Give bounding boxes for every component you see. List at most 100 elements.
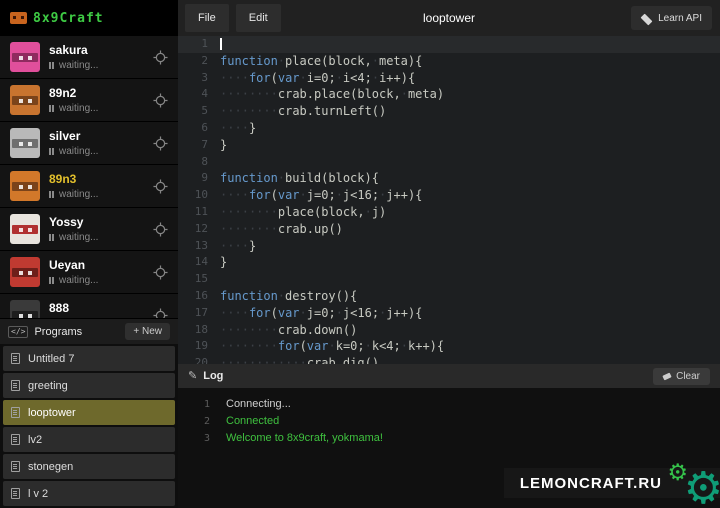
player-status: waiting... [49, 60, 153, 71]
player-status: waiting... [49, 275, 153, 286]
menu-file[interactable]: File [185, 4, 229, 32]
code-text [208, 154, 220, 171]
clear-label: Clear [676, 371, 700, 382]
code-text: ····} [208, 120, 256, 137]
code-line: 3 ····for(var·i=0;·i<4;·i++){ [178, 70, 720, 87]
line-number: 8 [178, 154, 208, 171]
code-lines: 1 2 function·place(block,·meta){ 3 ····f… [178, 36, 720, 364]
avatar-face [12, 182, 38, 191]
program-label: greeting [28, 380, 68, 392]
code-line: 12 ········crab.up() [178, 221, 720, 238]
program-item[interactable]: l v 2 [3, 481, 175, 506]
locate-icon[interactable] [153, 308, 168, 319]
graduation-cap-icon [641, 13, 652, 23]
program-label: looptower [28, 407, 76, 419]
code-line: 19 ········for(var·k=0;·k<4;·k++){ [178, 338, 720, 355]
program-label: stonegen [28, 461, 73, 473]
code-text [208, 271, 220, 288]
document-icon [11, 434, 20, 445]
line-number: 19 [178, 338, 208, 355]
locate-icon[interactable] [153, 136, 168, 151]
line-number: 3 [178, 70, 208, 87]
learn-api-button[interactable]: Learn API [631, 6, 712, 30]
code-text: ····for(var·j=0;·j<16;·j++){ [208, 187, 422, 204]
program-label: Untitled 7 [28, 353, 74, 365]
avatar-face [12, 268, 38, 277]
new-program-button[interactable]: + New [125, 323, 170, 340]
code-line: 20 ············crab.dig() [178, 355, 720, 364]
player-name: Yossy [49, 215, 153, 229]
player-row[interactable]: silver waiting... [0, 122, 178, 165]
code-text: } [208, 137, 227, 154]
program-item[interactable]: looptower [3, 400, 175, 425]
document-icon [11, 353, 20, 364]
log-line-number: 1 [178, 396, 226, 413]
program-item[interactable]: Untitled 7 [3, 346, 175, 371]
log-line-number: 2 [178, 413, 226, 430]
line-number: 10 [178, 187, 208, 204]
player-status-text: waiting... [59, 232, 98, 243]
code-text: ········place(block,·j) [208, 204, 386, 221]
program-label: lv2 [28, 434, 42, 446]
player-status-text: waiting... [59, 60, 98, 71]
player-list[interactable]: sakura waiting... 89n2 waiting... [0, 36, 178, 318]
code-line: 16 function·destroy(){ [178, 288, 720, 305]
code-text [208, 36, 222, 53]
text-cursor [220, 38, 222, 50]
program-label: l v 2 [28, 488, 48, 500]
player-row[interactable]: Ueyan waiting... [0, 251, 178, 294]
code-text: ····} [208, 238, 256, 255]
code-line: 9 function·build(block){ [178, 170, 720, 187]
player-name: 888 [49, 301, 153, 315]
player-avatar [10, 128, 40, 158]
player-status-text: waiting... [59, 189, 98, 200]
player-status-text: waiting... [59, 103, 98, 114]
locate-icon[interactable] [153, 222, 168, 237]
code-text: } [208, 254, 227, 271]
program-item[interactable]: greeting [3, 373, 175, 398]
player-avatar [10, 171, 40, 201]
locate-icon[interactable] [153, 179, 168, 194]
code-line: 18 ········crab.down() [178, 322, 720, 339]
avatar-face [12, 311, 38, 318]
line-number: 12 [178, 221, 208, 238]
watermark: LEMONCRAFT.RU [504, 468, 720, 498]
code-line: 1 [178, 36, 720, 53]
locate-icon[interactable] [153, 93, 168, 108]
avatar-face [12, 53, 38, 62]
player-row[interactable]: 89n3 waiting... [0, 165, 178, 208]
avatar-face [12, 139, 38, 148]
clear-log-button[interactable]: Clear [653, 368, 710, 385]
program-item[interactable]: lv2 [3, 427, 175, 452]
app-logo: 8x9Craft [0, 0, 178, 36]
pause-icon [49, 191, 54, 198]
avatar-face [12, 225, 38, 234]
player-row[interactable]: sakura waiting... [0, 36, 178, 79]
log-line-text: Connected [226, 413, 279, 430]
code-line: 17 ····for(var·j=0;·j<16;·j++){ [178, 305, 720, 322]
locate-icon[interactable] [153, 265, 168, 280]
pause-icon [49, 277, 54, 284]
player-status: waiting... [49, 146, 153, 157]
locate-icon[interactable] [153, 50, 168, 65]
log-title: Log [203, 370, 653, 382]
code-line: 7 } [178, 137, 720, 154]
watermark-text: LEMONCRAFT.RU [520, 475, 662, 492]
code-text: function·place(block,·meta){ [208, 53, 422, 70]
menu-edit[interactable]: Edit [236, 4, 281, 32]
player-row[interactable]: 888 waiting... [0, 294, 178, 318]
line-number: 16 [178, 288, 208, 305]
line-number: 1 [178, 36, 208, 53]
programs-title: Programs [34, 326, 125, 338]
line-number: 13 [178, 238, 208, 255]
code-line: 6 ····} [178, 120, 720, 137]
code-text: ········crab.down() [208, 322, 357, 339]
code-editor[interactable]: 1 2 function·place(block,·meta){ 3 ····f… [178, 36, 720, 364]
log-line-text: Welcome to 8x9craft, yokmama! [226, 430, 383, 447]
program-item[interactable]: stonegen [3, 454, 175, 479]
player-row[interactable]: Yossy waiting... [0, 208, 178, 251]
player-avatar [10, 214, 40, 244]
program-list[interactable]: Untitled 7 greeting looptower lv2 stoneg… [0, 344, 178, 508]
player-row[interactable]: 89n2 waiting... [0, 79, 178, 122]
code-text: function·build(block){ [208, 170, 379, 187]
